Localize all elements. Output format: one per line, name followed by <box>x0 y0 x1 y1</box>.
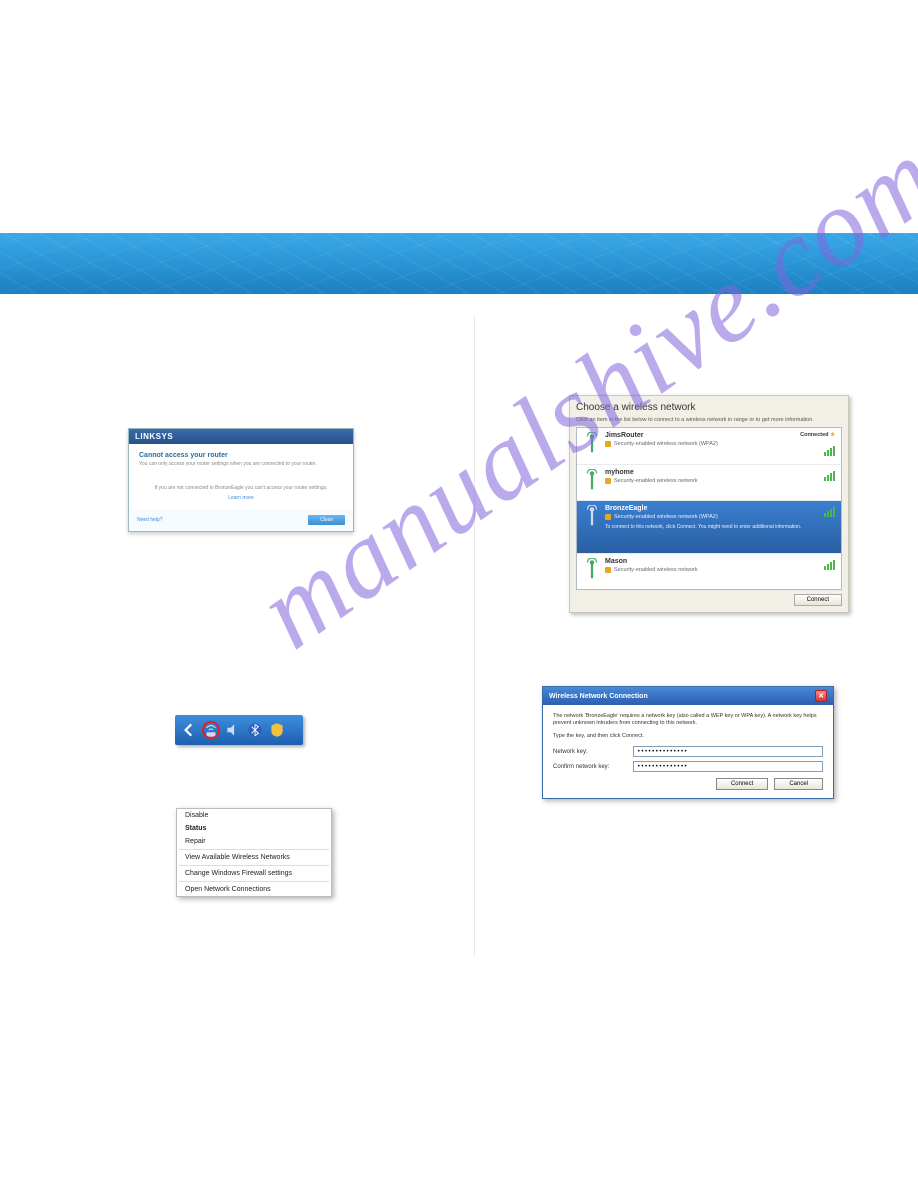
network-key-label: Network key: <box>553 749 633 755</box>
network-name: myhome <box>605 469 835 476</box>
key-dialog-prompt: Type the key, and then click Connect. <box>553 733 823 740</box>
network-item[interactable]: JimsRouter Security-enabled wireless net… <box>577 428 841 465</box>
error-subtitle: You can only access your router settings… <box>139 461 343 467</box>
antenna-icon <box>583 469 601 497</box>
decorative-band <box>0 233 918 294</box>
wireless-tray-icon[interactable] <box>201 720 221 740</box>
antenna-icon <box>583 558 601 586</box>
choose-wireless-subtitle: Click an item in the list below to conne… <box>576 417 842 423</box>
signal-bars-icon <box>824 446 835 456</box>
network-item[interactable]: myhome Security-enabled wireless network <box>577 465 841 502</box>
lock-icon <box>605 478 611 484</box>
linksys-body: Cannot access your router You can only a… <box>129 444 353 509</box>
choose-wireless-panel: Choose a wireless network Click an item … <box>569 395 849 613</box>
menu-separator <box>179 849 329 850</box>
volume-tray-icon[interactable] <box>223 720 243 740</box>
connect-button[interactable]: Connect <box>716 778 768 790</box>
bluetooth-tray-icon[interactable] <box>245 720 265 740</box>
learn-more-link[interactable]: Learn more <box>139 495 343 501</box>
lock-icon <box>605 441 611 447</box>
menu-item-view-networks[interactable]: View Available Wireless Networks <box>177 851 331 864</box>
network-security: Security-enabled wireless network (WPA2) <box>614 441 718 447</box>
menu-separator <box>179 865 329 866</box>
key-dialog-titlebar: Wireless Network Connection ✕ <box>543 687 833 705</box>
need-help-link[interactable]: Need help? <box>137 517 163 523</box>
key-dialog-message: The network 'BronzeEagle' requires a net… <box>553 713 823 727</box>
lock-icon <box>605 567 611 573</box>
lock-icon <box>605 514 611 520</box>
menu-item-repair[interactable]: Repair <box>177 835 331 848</box>
signal-bars-icon <box>824 507 835 517</box>
confirm-key-label: Confirm network key: <box>553 764 633 770</box>
cancel-button[interactable]: Cancel <box>774 778 823 790</box>
connect-button[interactable]: Connect <box>794 594 842 606</box>
confirm-key-input[interactable] <box>633 761 823 772</box>
close-button[interactable]: Close <box>308 515 345 525</box>
network-key-dialog: Wireless Network Connection ✕ The networ… <box>542 686 834 799</box>
network-security: Security-enabled wireless network <box>614 478 697 484</box>
antenna-icon <box>583 432 601 460</box>
connected-badge: Connected ★ <box>800 432 835 438</box>
error-title: Cannot access your router <box>139 452 343 459</box>
tray-context-menu: Disable Status Repair View Available Wir… <box>176 808 332 897</box>
highlight-circle <box>202 721 220 739</box>
linksys-error-dialog: LINKSYS Cannot access your router You ca… <box>128 428 354 532</box>
signal-bars-icon <box>824 560 835 570</box>
linksys-titlebar: LINKSYS <box>129 429 353 444</box>
network-item-selected[interactable]: BronzeEagle Security-enabled wireless ne… <box>577 501 841 554</box>
system-tray <box>175 715 303 745</box>
menu-item-disable[interactable]: Disable <box>177 809 331 822</box>
menu-item-status[interactable]: Status <box>177 822 331 835</box>
key-dialog-title: Wireless Network Connection <box>549 693 648 700</box>
tray-chevron-icon[interactable] <box>179 720 199 740</box>
network-key-input[interactable] <box>633 746 823 757</box>
network-name: BronzeEagle <box>605 505 835 512</box>
wireless-network-list: JimsRouter Security-enabled wireless net… <box>576 427 842 590</box>
network-security: Security-enabled wireless network <box>614 567 697 573</box>
connect-hint: To connect to this network, click Connec… <box>605 524 835 531</box>
shield-tray-icon[interactable] <box>267 720 287 740</box>
network-item[interactable]: Mason Security-enabled wireless network <box>577 554 841 590</box>
choose-wireless-title: Choose a wireless network <box>576 402 842 413</box>
network-security: Security-enabled wireless network (WPA2) <box>614 514 718 520</box>
antenna-icon <box>583 505 601 533</box>
close-icon[interactable]: ✕ <box>815 690 827 702</box>
menu-separator <box>179 881 329 882</box>
menu-item-firewall[interactable]: Change Windows Firewall settings <box>177 867 331 880</box>
network-name: Mason <box>605 558 835 565</box>
error-message: If you are not connected to BronzeEagle … <box>139 485 343 491</box>
column-divider <box>474 316 475 956</box>
menu-item-open-connections[interactable]: Open Network Connections <box>177 883 331 896</box>
signal-bars-icon <box>824 471 835 481</box>
